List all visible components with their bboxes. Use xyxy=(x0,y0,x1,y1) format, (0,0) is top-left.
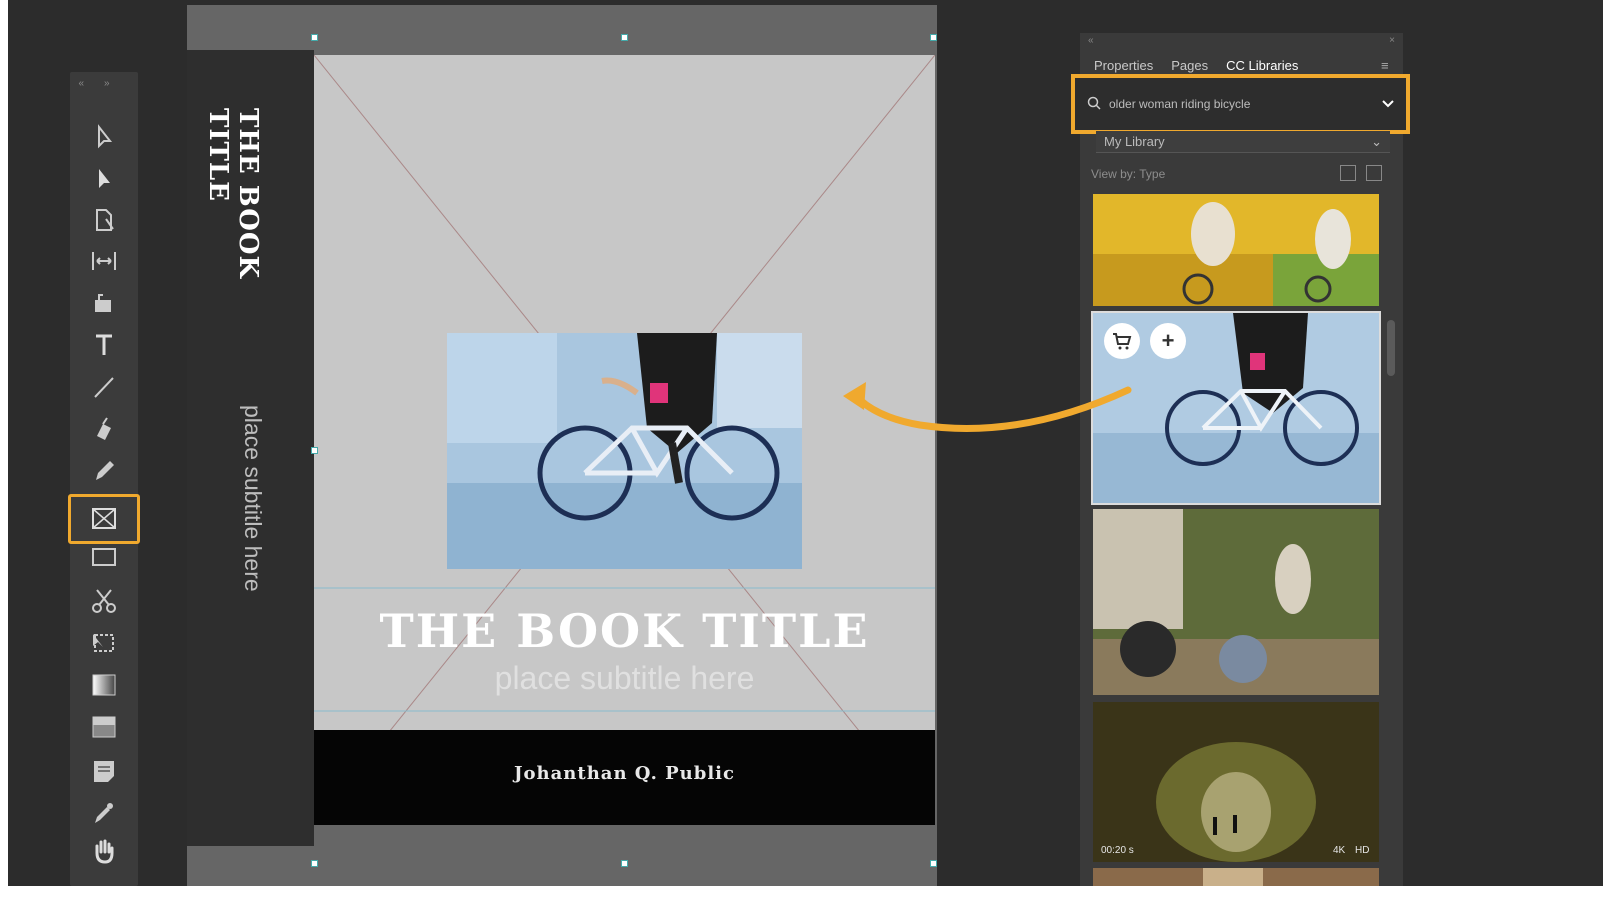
gradient-icon xyxy=(92,674,116,696)
bucket-icon xyxy=(95,294,111,312)
stock-video-thumbnail[interactable]: 00:20 s 4K HD xyxy=(1093,702,1379,862)
plus-icon: + xyxy=(1161,328,1175,353)
rectangle-icon xyxy=(92,548,116,566)
partial-thumbnail-image xyxy=(1093,868,1379,886)
outer-frame xyxy=(0,0,8,901)
gap-icon xyxy=(92,252,116,270)
two-cyclists-image xyxy=(1093,194,1379,306)
feather-icon xyxy=(92,716,116,738)
scissors-icon xyxy=(92,589,116,613)
panel-menu-icon[interactable]: ≡ xyxy=(1381,58,1389,73)
forest-path-image xyxy=(1093,702,1379,862)
library-search[interactable]: older woman riding bicycle xyxy=(1071,74,1410,134)
view-by-filter[interactable]: View by: Type xyxy=(1091,167,1165,181)
library-name: My Library xyxy=(1104,134,1165,149)
selection-tool[interactable] xyxy=(84,120,124,154)
outer-frame xyxy=(0,886,1603,901)
spine-subtitle[interactable]: place subtitle here xyxy=(230,405,266,645)
type-icon xyxy=(96,334,112,355)
pen-tool[interactable] xyxy=(84,412,124,446)
transform-icon xyxy=(93,634,114,652)
view-toggle xyxy=(1340,165,1382,181)
page-tool[interactable] xyxy=(84,203,124,237)
content-collector-tool[interactable] xyxy=(84,286,124,320)
search-icon xyxy=(1087,96,1101,113)
cart-icon xyxy=(1113,333,1132,350)
close-panel-icon[interactable]: × xyxy=(1389,35,1395,46)
author-name[interactable]: Johanthan Q. Public xyxy=(314,763,935,784)
chevron-down-icon: ⌄ xyxy=(1371,133,1382,149)
type-tool[interactable] xyxy=(84,328,124,362)
frame-x-icon xyxy=(92,508,116,529)
add-to-library-button[interactable]: + xyxy=(1150,323,1186,359)
page-icon xyxy=(96,209,114,231)
arrow-outline-icon xyxy=(98,124,113,149)
scissors-tool[interactable] xyxy=(84,584,124,618)
panel-header-bar: « × xyxy=(1080,33,1403,49)
chevron-down-icon[interactable] xyxy=(1382,97,1394,111)
selection-handle[interactable] xyxy=(930,34,937,41)
pen-icon xyxy=(97,417,111,440)
license-cart-button[interactable] xyxy=(1104,323,1140,359)
selected-stock-thumbnail[interactable]: + xyxy=(1091,311,1381,505)
gap-tool[interactable] xyxy=(84,244,124,278)
cover-title[interactable]: THE BOOK TITLE xyxy=(314,604,935,658)
gradient-feather-tool[interactable] xyxy=(84,710,124,744)
fallen-bicycle-image xyxy=(1093,509,1379,695)
gradient-swatch-tool[interactable] xyxy=(84,668,124,702)
arrow-filled-icon xyxy=(99,169,110,188)
stock-result-thumbnail[interactable] xyxy=(1093,868,1379,886)
direct-selection-tool[interactable] xyxy=(84,162,124,196)
cover-photo[interactable] xyxy=(447,333,802,569)
cyclist-image xyxy=(447,333,802,569)
stock-result-thumbnail[interactable] xyxy=(1093,509,1379,695)
selection-handle[interactable] xyxy=(311,34,318,41)
list-view-icon[interactable] xyxy=(1366,165,1382,181)
eyedropper-icon xyxy=(95,803,113,823)
grid-view-icon[interactable] xyxy=(1340,165,1356,181)
hand-tool[interactable] xyxy=(84,834,124,868)
selection-handle[interactable] xyxy=(311,447,318,454)
rectangle-tool[interactable] xyxy=(84,540,124,574)
eyedropper-tool[interactable] xyxy=(84,796,124,830)
pencil-tool[interactable] xyxy=(84,453,124,487)
cover-subtitle[interactable]: place subtitle here xyxy=(314,660,935,697)
collapse-icon[interactable]: « xyxy=(1088,35,1094,46)
video-hd-badge: HD xyxy=(1355,845,1370,856)
selection-handle[interactable] xyxy=(930,860,937,867)
line-tool[interactable] xyxy=(84,370,124,404)
note-tool[interactable] xyxy=(84,754,124,788)
stock-result-thumbnail[interactable] xyxy=(1093,194,1379,306)
note-icon xyxy=(94,761,114,782)
library-dropdown[interactable]: My Library ⌄ xyxy=(1096,131,1390,153)
free-transform-tool[interactable] xyxy=(84,626,124,660)
selection-handle[interactable] xyxy=(311,860,318,867)
spine-title[interactable]: THE BOOK TITLE xyxy=(203,108,263,378)
selection-handle[interactable] xyxy=(621,34,628,41)
video-duration: 00:20 s xyxy=(1101,845,1134,856)
line-icon xyxy=(94,377,114,398)
search-input[interactable]: older woman riding bicycle xyxy=(1109,97,1374,111)
hand-icon xyxy=(95,839,114,864)
panel-scrollbar[interactable] xyxy=(1387,320,1395,376)
selection-handle[interactable] xyxy=(621,860,628,867)
pencil-icon xyxy=(96,461,114,480)
tools-panel: «» xyxy=(68,72,140,886)
panel-grip-icon[interactable]: «» xyxy=(70,78,138,92)
video-4k-badge: 4K xyxy=(1333,845,1346,856)
rectangle-frame-tool[interactable] xyxy=(68,494,140,544)
